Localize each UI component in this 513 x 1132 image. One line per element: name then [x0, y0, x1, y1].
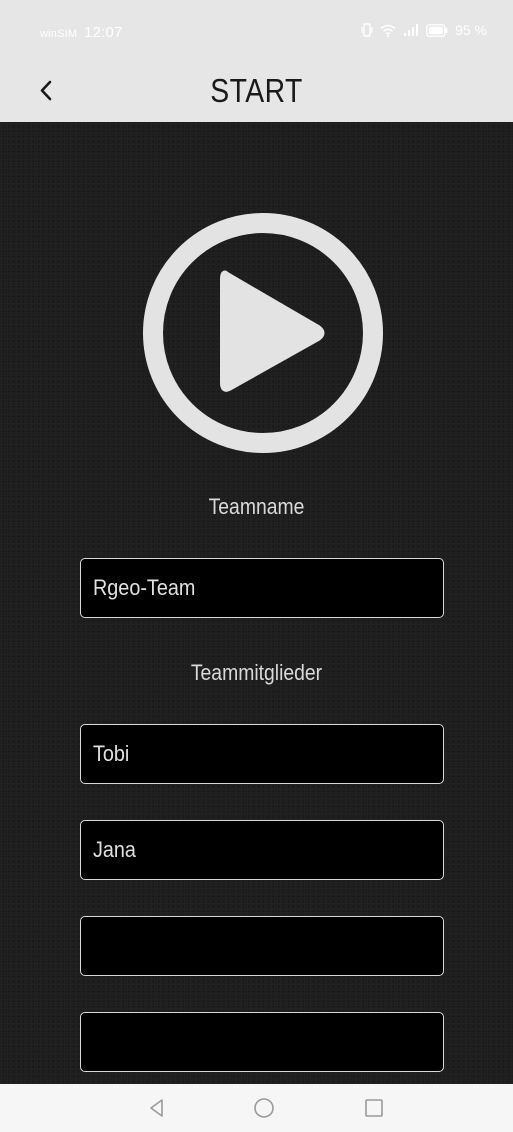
- status-time: 12:07: [84, 24, 123, 41]
- signal-icon: [403, 23, 419, 37]
- teammembers-label: Teammitglieder: [190, 660, 323, 685]
- teamname-label: Teamname: [208, 494, 305, 519]
- member-input-4[interactable]: [80, 1012, 444, 1072]
- member-input-2[interactable]: Jana: [80, 820, 444, 880]
- teamname-value: Rgeo-Team: [93, 575, 196, 600]
- square-recents-icon: [362, 1099, 386, 1124]
- page-title: START: [210, 72, 303, 109]
- nav-recents-button[interactable]: [362, 1096, 386, 1120]
- battery-icon: [426, 23, 448, 37]
- member-value-1: Tobi: [93, 741, 130, 766]
- app-header: START: [0, 60, 513, 122]
- member-input-3[interactable]: [80, 916, 444, 976]
- triangle-back-icon: [145, 1099, 169, 1124]
- carrier-name: winSIM: [40, 28, 78, 40]
- main-content: Teamname Rgeo-Team Teammitglieder Tobi J…: [0, 122, 513, 1084]
- nav-back-button[interactable]: [145, 1096, 169, 1120]
- teamname-input[interactable]: Rgeo-Team: [80, 558, 444, 618]
- play-button[interactable]: [143, 213, 383, 453]
- vibrate-icon: [361, 23, 373, 37]
- status-right: 95 %: [361, 22, 487, 38]
- wifi-icon: [380, 24, 396, 37]
- nav-home-button[interactable]: [252, 1096, 276, 1120]
- circle-home-icon: [252, 1098, 276, 1124]
- status-left: winSIM 12:07: [40, 24, 123, 41]
- status-bar: winSIM 12:07 95 %: [0, 0, 513, 60]
- system-nav-bar: [0, 1084, 513, 1132]
- member-value-2: Jana: [93, 837, 136, 862]
- battery-percent: 95 %: [455, 22, 487, 38]
- member-input-1[interactable]: Tobi: [80, 724, 444, 784]
- play-circle-icon: [143, 213, 383, 457]
